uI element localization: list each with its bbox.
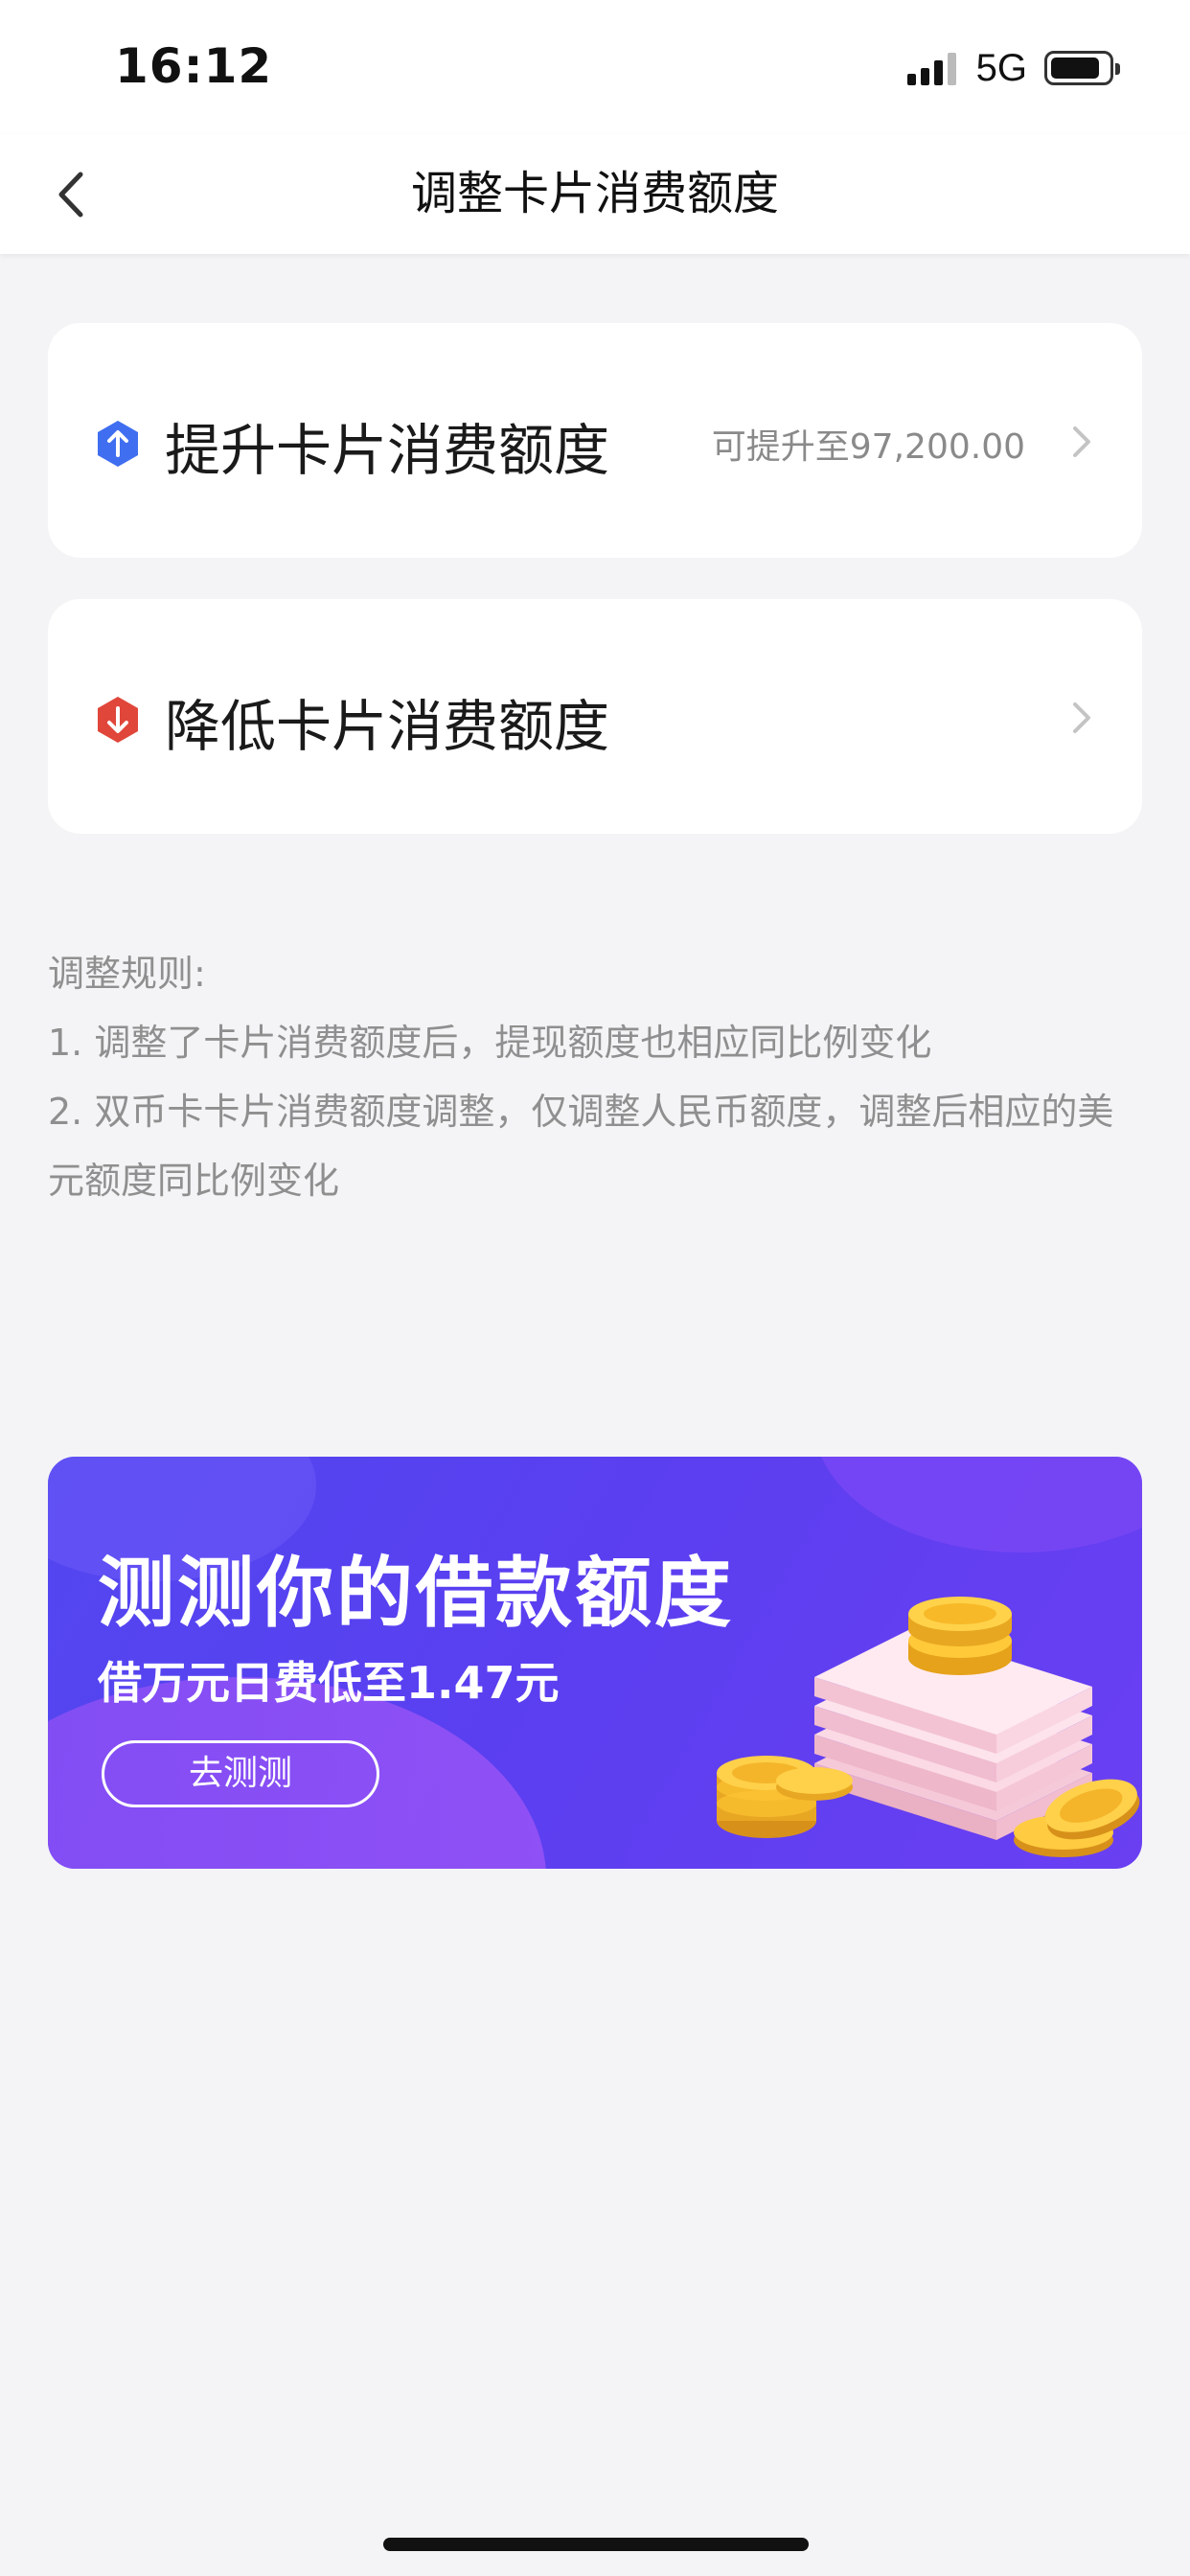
arrow-down-icon (98, 697, 138, 743)
option-label: 降低卡片消费额度 (165, 694, 610, 759)
battery-icon (1044, 51, 1120, 85)
try-now-button[interactable]: 去测测 (102, 1740, 379, 1807)
status-bar: 16:12 5G (0, 0, 1190, 134)
status-icons: 5G (906, 44, 1120, 92)
arrow-up-icon (98, 421, 138, 467)
rule-item: 2. 双币卡卡片消费额度调整，仅调整人民币额度，调整后相应的美元额度同比例变化 (48, 1091, 1114, 1202)
network-label: 5G (975, 46, 1027, 89)
chevron-right-icon (1073, 426, 1090, 457)
increase-limit-option[interactable]: 提升卡片消费额度 可提升至97,200.00 (48, 323, 1142, 558)
status-time: 16:12 (115, 38, 273, 94)
rule-item: 1. 调整了卡片消费额度后，提现额度也相应同比例变化 (48, 1022, 932, 1064)
chevron-right-icon (1073, 702, 1090, 733)
option-hint: 可提升至97,200.00 (711, 427, 1025, 467)
rules-title: 调整规则: (48, 953, 206, 995)
adjustment-rules: 调整规则: 1. 调整了卡片消费额度后，提现额度也相应同比例变化 2. 双币卡卡… (48, 939, 1150, 1215)
coins-cash-illustration (717, 1597, 1140, 1857)
banner-subtitle: 借万元日费低至1.47元 (98, 1657, 560, 1709)
decrease-limit-option[interactable]: 降低卡片消费额度 (48, 599, 1142, 834)
signal-icon (906, 51, 961, 85)
home-indicator (383, 2538, 809, 2551)
option-label: 提升卡片消费额度 (165, 418, 610, 483)
nav-bar: 调整卡片消费额度 (0, 134, 1190, 254)
page-title: 调整卡片消费额度 (410, 167, 779, 220)
banner-title: 测测你的借款额度 (98, 1549, 734, 1638)
loan-promo-banner[interactable]: 测测你的借款额度 借万元日费低至1.47元 去测测 (48, 1457, 1142, 1869)
